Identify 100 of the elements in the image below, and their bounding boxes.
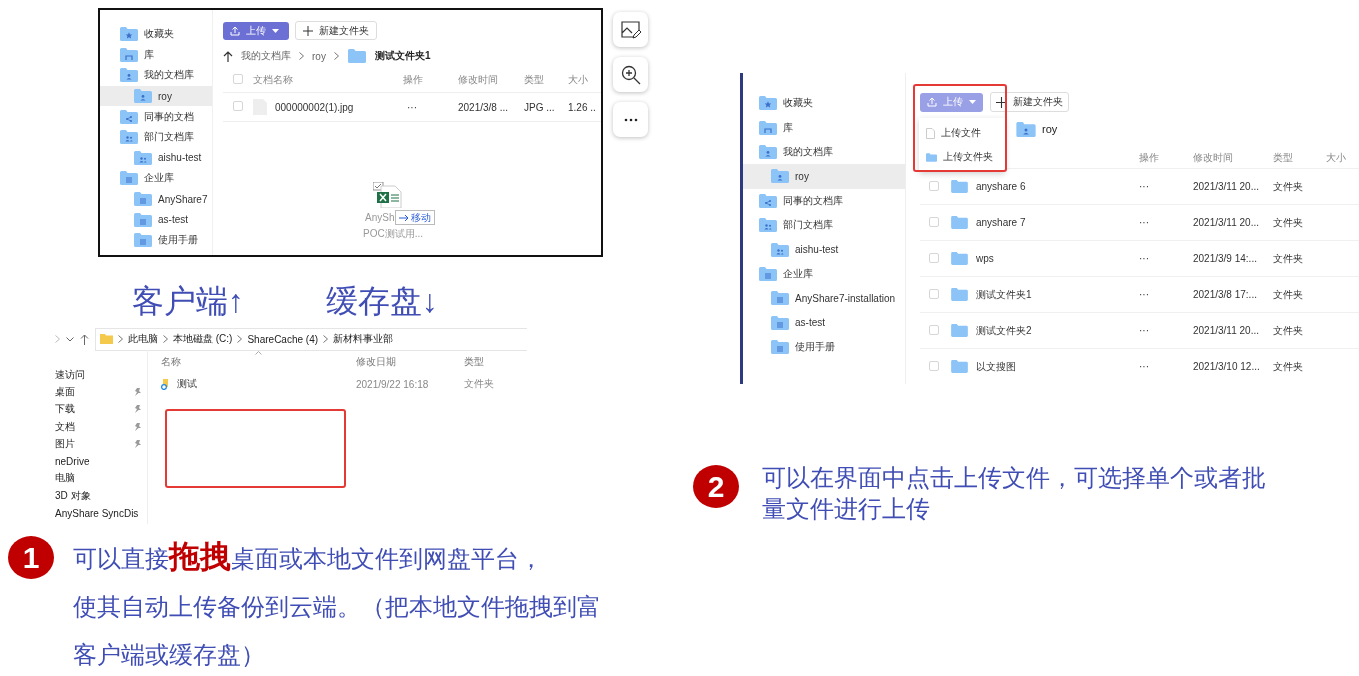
sidebar-item[interactable]: 部门文档库 (100, 126, 212, 148)
sidebar-item[interactable]: 收藏夹 (100, 24, 212, 45)
more-button[interactable] (613, 102, 648, 137)
more-actions[interactable]: ··· (403, 101, 458, 113)
column-header[interactable]: 修改时间 (458, 73, 524, 87)
nav-item[interactable]: 图片 (55, 435, 147, 453)
sidebar-item[interactable]: 企业库 (100, 168, 212, 189)
menu-item[interactable]: 上传文件 (919, 121, 1005, 145)
breadcrumb-item[interactable]: 新材料事业部 (333, 332, 394, 346)
file-name[interactable]: 测试 (177, 377, 197, 391)
sidebar-item[interactable]: aishu-test (743, 237, 905, 262)
forward-icon[interactable] (55, 335, 60, 343)
sidebar-item[interactable]: 库 (100, 44, 212, 66)
sidebar-item[interactable]: 使用手册 (743, 334, 905, 360)
dropdown-icon[interactable] (66, 336, 74, 342)
sidebar-item[interactable]: 我的文档库 (743, 139, 905, 165)
checkbox[interactable] (929, 288, 939, 299)
chevron-icon (299, 52, 304, 60)
table-cell-text: 2021/3/9 14:... (1193, 253, 1258, 264)
up-arrow-icon[interactable] (223, 50, 233, 62)
new-folder-button[interactable]: 新建文件夹 (990, 92, 1069, 112)
checkbox[interactable] (929, 216, 939, 227)
nav-item[interactable]: 下载 (55, 400, 147, 418)
sidebar-item[interactable]: roy (743, 164, 905, 189)
upload-button[interactable]: 上传 (223, 21, 289, 40)
nav-item[interactable]: 速访问 (55, 366, 147, 384)
sidebar-item[interactable]: AnyShare7-installation (743, 286, 905, 311)
breadcrumb-item[interactable]: 此电脑 (128, 332, 158, 346)
more-actions[interactable]: ··· (1139, 361, 1193, 372)
up-arrow-icon[interactable] (80, 333, 89, 345)
column-header[interactable]: 名称 (161, 355, 356, 369)
column-header[interactable]: 操作 (403, 73, 458, 87)
nav-item[interactable]: neDrive (55, 452, 147, 470)
column-header[interactable]: 文档名称 (253, 73, 403, 87)
sidebar-item[interactable]: aishu-test (100, 147, 212, 169)
table-cell-text: 2021/3/11 20... (1193, 181, 1260, 192)
nav-item[interactable]: 文档 (55, 417, 147, 436)
nav-item[interactable]: 电脑 (55, 469, 147, 488)
sidebar-item[interactable]: 同事的文档 (100, 106, 212, 127)
checkbox[interactable] (929, 180, 939, 191)
table-cell-text: 2021/9/22 16:18 (356, 378, 430, 390)
sidebar-item[interactable]: 收藏夹 (743, 91, 905, 116)
checkbox[interactable] (233, 74, 243, 84)
group-folder-icon (134, 150, 152, 165)
table-cell-text: 2021/3/8 ... (458, 101, 510, 113)
checkbox[interactable] (929, 360, 939, 371)
checkbox[interactable] (929, 252, 939, 263)
menu-item[interactable]: 上传文件夹 (919, 145, 1005, 169)
nav-item[interactable]: AnyShare SyncDis (55, 504, 147, 522)
sidebar-item[interactable]: 部门文档库 (743, 212, 905, 238)
sidebar-item[interactable]: as-test (743, 310, 905, 335)
sidebar-item[interactable]: AnyShare7 (100, 188, 212, 210)
column-header[interactable]: 修改时间 (1193, 151, 1273, 165)
sidebar-item[interactable]: 库 (743, 115, 905, 140)
column-header[interactable]: 大小 (1326, 151, 1359, 165)
table-cell-text: 2021/3/11 20... (1193, 325, 1260, 336)
folder-icon (951, 180, 968, 193)
checkbox[interactable] (233, 101, 243, 111)
column-header[interactable]: 操作 (1139, 151, 1193, 165)
sidebar-item[interactable]: 使用手册 (100, 229, 212, 251)
step-description: 可以在界面中点击上传文件，可选择单个或者批量文件进行上传 (762, 464, 1266, 522)
sidebar-item[interactable]: 同事的文档库 (743, 188, 905, 213)
folder-name[interactable]: wps (976, 253, 994, 264)
file-name: POC测试用... (363, 227, 423, 241)
more-actions[interactable]: ··· (1139, 181, 1193, 192)
column-header[interactable]: 大小 (568, 73, 601, 87)
nav-item[interactable]: 3D 对象 (55, 487, 147, 505)
column-header[interactable]: 类型 (524, 73, 568, 87)
column-header[interactable]: 修改日期 (356, 355, 464, 369)
column-header[interactable]: 类型 (464, 355, 527, 369)
user-folder-icon (1016, 121, 1036, 137)
sidebar-item[interactable]: as-test (100, 209, 212, 230)
address-bar[interactable]: 此电脑 本地磁盘 (C:) ShareCache (4) 新材料事业部 (95, 327, 527, 351)
folder-name[interactable]: anyshare 6 (976, 181, 1026, 192)
sidebar-item[interactable]: 我的文档库 (100, 65, 212, 86)
folder-name[interactable]: 测试文件夹2 (976, 323, 1032, 338)
breadcrumb-item[interactable]: ShareCache (4) (247, 333, 319, 345)
file-name[interactable]: 000000002(1).jpg (275, 101, 354, 113)
more-actions[interactable]: ··· (1139, 289, 1193, 300)
more-actions[interactable]: ··· (1139, 325, 1193, 336)
breadcrumb-item[interactable]: 本地磁盘 (C:) (173, 332, 233, 346)
folder-name[interactable]: anyshare 7 (976, 217, 1026, 228)
column-header[interactable]: 类型 (1273, 151, 1326, 165)
breadcrumb-link[interactable]: 我的文档库 (241, 49, 291, 63)
list-folder-icon (771, 315, 789, 330)
more-actions[interactable]: ··· (1139, 253, 1193, 264)
breadcrumb-link[interactable]: roy (312, 50, 326, 62)
table-cell-text: 2021/3/8 17:... (1193, 289, 1258, 300)
breadcrumb-item: 测试文件夹1 (374, 49, 431, 63)
sidebar-item[interactable]: roy (100, 85, 212, 107)
sidebar-item[interactable]: 企业库 (743, 261, 905, 287)
more-actions[interactable]: ··· (1139, 217, 1193, 228)
folder-name[interactable]: 以文搜图 (976, 359, 1016, 374)
nav-item[interactable]: 桌面 (55, 383, 147, 401)
table-cell-text: 文件夹 (1273, 251, 1304, 266)
edit-image-button[interactable] (613, 12, 648, 47)
new-folder-button[interactable]: 新建文件夹 (295, 21, 377, 40)
checkbox[interactable] (929, 324, 939, 335)
zoom-in-button[interactable] (613, 57, 648, 92)
folder-name[interactable]: 测试文件夹1 (976, 287, 1032, 302)
